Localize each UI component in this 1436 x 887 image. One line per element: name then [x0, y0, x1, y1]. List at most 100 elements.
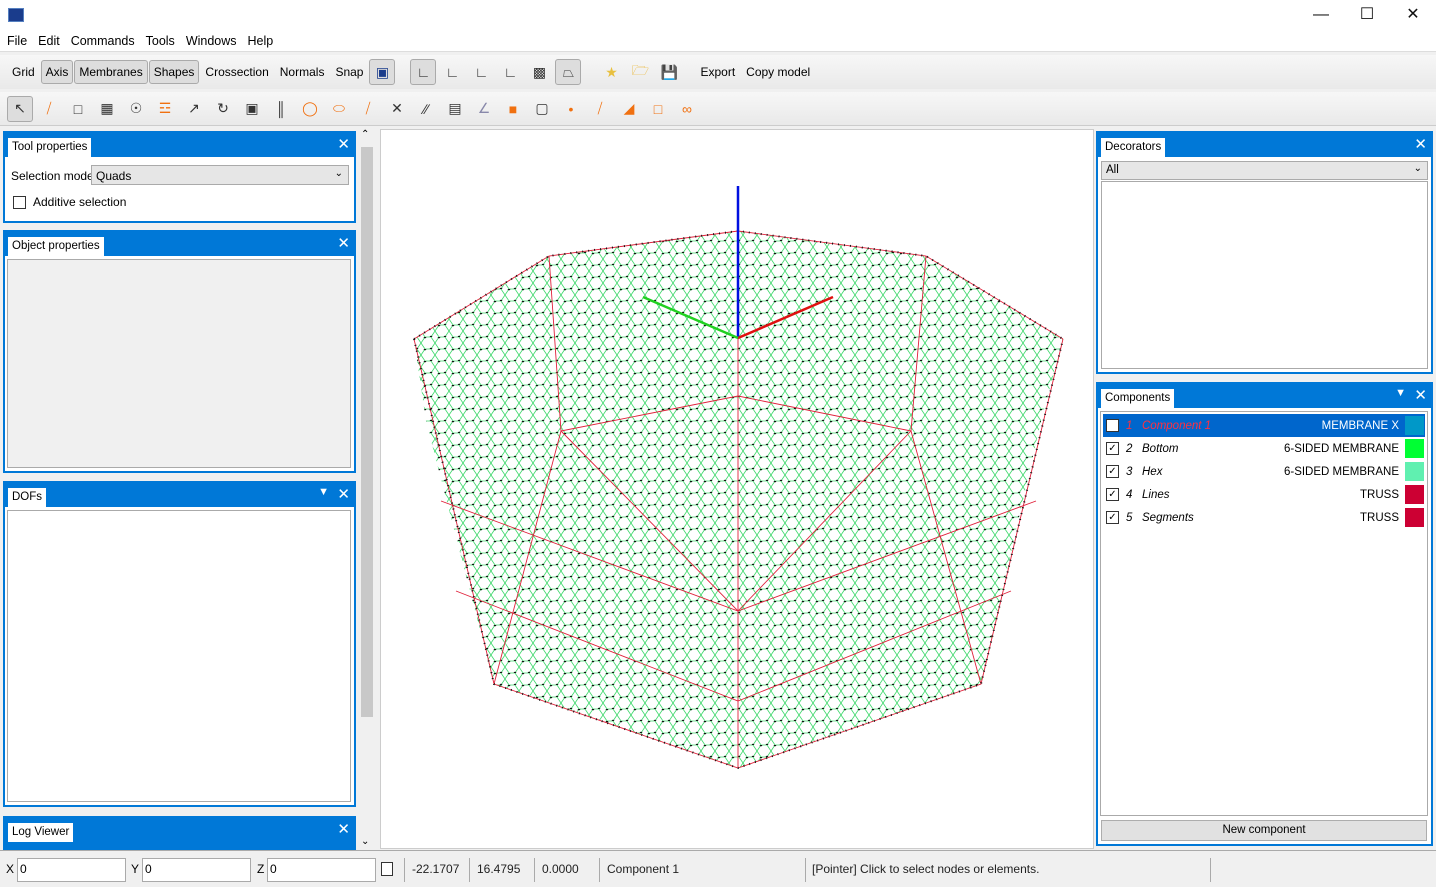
component-visible-checkbox[interactable]: ✓ — [1106, 488, 1119, 501]
component-color-swatch[interactable] — [1405, 416, 1424, 435]
open-folder-icon[interactable]: 🗁 — [627, 59, 653, 85]
measure-tool-icon[interactable]: ▤ — [442, 96, 468, 122]
add-node-icon[interactable]: • — [558, 96, 584, 122]
close-icon[interactable]: ✕ — [337, 234, 350, 252]
parallel-tool-icon[interactable]: ∕∕ — [413, 96, 439, 122]
maximize-button[interactable]: ☐ — [1344, 0, 1390, 30]
component-visible-checkbox[interactable]: ✓ — [1106, 442, 1119, 455]
minimize-button[interactable]: — — [1298, 0, 1344, 30]
component-color-swatch[interactable] — [1405, 485, 1424, 504]
dofs-panel: DOFs ▼ ✕ — [3, 481, 356, 807]
component-visible-checkbox[interactable]: ✓ — [1106, 465, 1119, 478]
perspective-icon[interactable]: ⏢ — [555, 59, 582, 85]
y-input[interactable]: 0 — [142, 858, 251, 882]
close-window-button[interactable]: ✕ — [1390, 0, 1436, 30]
component-row-3[interactable]: ✓ 3 Hex 6-SIDED MEMBRANE — [1103, 460, 1425, 483]
save-icon[interactable]: 💾 — [656, 59, 682, 85]
add-rect-icon[interactable]: □ — [645, 96, 671, 122]
tools-toolbar: ↖ ⧸ □ ▦ ☉ ☲ ↗ ↻ ▣ ║ ◯ ⬭ ⧸ ✕ ∕∕ ▤ ∠ ■ ▢ •… — [0, 92, 1436, 126]
line-tool-icon[interactable]: ⧸ — [36, 96, 62, 122]
rotate-tool-icon[interactable]: ↻ — [210, 96, 236, 122]
component-row-1[interactable]: 1 Component 1 MEMBRANE X — [1103, 414, 1425, 437]
close-icon[interactable]: ✕ — [1414, 135, 1427, 153]
fit-view-icon[interactable]: ▩ — [526, 59, 552, 85]
menu-file[interactable]: File — [3, 30, 31, 51]
dropdown-icon[interactable]: ▼ — [318, 486, 329, 498]
close-icon[interactable]: ✕ — [337, 485, 350, 503]
add-triangle-icon[interactable]: ◢ — [616, 96, 642, 122]
component-type: TRUSS — [1360, 488, 1399, 501]
x-input[interactable]: 0 — [17, 858, 126, 882]
cylinder-tool-icon[interactable]: ☲ — [152, 96, 178, 122]
selection-model-select[interactable]: Quads ⌄ — [91, 165, 349, 185]
menu-edit[interactable]: Edit — [34, 30, 64, 51]
array-tool-icon[interactable]: ║ — [268, 96, 294, 122]
snap-toggle[interactable]: Snap — [330, 60, 368, 84]
status-bar: X 0 Y 0 Z 0 -22.1707 16.4795 0.0000 Comp… — [0, 850, 1436, 887]
shapes-toggle[interactable]: Shapes — [148, 60, 200, 84]
lock-view-icon[interactable]: ▣ — [369, 59, 396, 85]
new-component-button[interactable]: New component — [1101, 820, 1427, 841]
component-row-2[interactable]: ✓ 2 Bottom 6-SIDED MEMBRANE — [1103, 437, 1425, 460]
scroll-down-icon[interactable]: ⌄ — [361, 836, 369, 847]
quad-tool-icon[interactable]: □ — [65, 96, 91, 122]
circle-tool-icon[interactable]: ☉ — [123, 96, 149, 122]
component-type: TRUSS — [1360, 511, 1399, 524]
component-visible-checkbox[interactable] — [1106, 419, 1119, 432]
close-icon[interactable]: ✕ — [1414, 386, 1427, 404]
view-zx-icon[interactable]: ∟ — [468, 59, 494, 85]
export-button[interactable]: Export — [695, 60, 740, 84]
menu-tools[interactable]: Tools — [142, 30, 179, 51]
status-message: [Pointer] Click to select nodes or eleme… — [812, 862, 1040, 876]
view-zy-icon[interactable]: ∟ — [497, 59, 523, 85]
scroll-up-icon[interactable]: ⌃ — [361, 129, 369, 140]
link-tool-icon[interactable]: ∞ — [674, 96, 700, 122]
add-line-icon[interactable]: ⧸ — [587, 96, 613, 122]
split-quad-icon[interactable]: ▢ — [529, 96, 555, 122]
normals-toggle[interactable]: Normals — [275, 60, 330, 84]
grid-toggle[interactable]: Grid — [7, 60, 40, 84]
scale-tool-icon[interactable]: ▣ — [239, 96, 265, 122]
3d-viewport[interactable] — [380, 129, 1094, 849]
component-type: 6-SIDED MEMBRANE — [1283, 465, 1399, 478]
close-icon[interactable]: ✕ — [337, 820, 350, 838]
drum-tool-icon[interactable]: ◯ — [297, 96, 323, 122]
iso-view-icon[interactable]: ∟ — [410, 59, 437, 85]
decorator-filter-select[interactable]: All ⌄ — [1101, 161, 1428, 180]
coordinate-lock-checkbox[interactable] — [381, 862, 393, 876]
chevron-down-icon: ⌄ — [334, 168, 343, 179]
menu-help[interactable]: Help — [244, 30, 278, 51]
component-visible-checkbox[interactable]: ✓ — [1106, 511, 1119, 524]
z-input[interactable]: 0 — [267, 858, 376, 882]
intersect-tool-icon[interactable]: ✕ — [384, 96, 410, 122]
membranes-toggle[interactable]: Membranes — [74, 60, 148, 84]
y-label: Y — [131, 862, 140, 876]
additive-selection-checkbox[interactable] — [13, 196, 26, 209]
component-color-swatch[interactable] — [1405, 462, 1424, 481]
decorator-list — [1101, 181, 1428, 369]
menu-windows[interactable]: Windows — [182, 30, 241, 51]
axis-toggle[interactable]: Axis — [40, 60, 74, 84]
add-quad-icon[interactable]: ■ — [500, 96, 526, 122]
crossection-toggle[interactable]: Crossection — [200, 60, 273, 84]
model-view[interactable] — [381, 130, 1095, 850]
dropdown-icon[interactable]: ▼ — [1395, 387, 1406, 399]
components-panel: Components ▼ ✕ 1 Component 1 MEMBRANE X … — [1096, 382, 1433, 846]
pointer-icon[interactable]: ↖ — [7, 95, 33, 122]
segment-tool-icon[interactable]: ⧸ — [355, 96, 381, 122]
angle-tool-icon[interactable]: ∠ — [471, 96, 497, 122]
new-file-icon[interactable]: ★ — [598, 59, 624, 85]
copy-model-button[interactable]: Copy model — [741, 60, 815, 84]
scroll-thumb[interactable] — [361, 147, 373, 717]
component-row-5[interactable]: ✓ 5 Segments TRUSS — [1103, 506, 1425, 529]
component-color-swatch[interactable] — [1405, 439, 1424, 458]
close-icon[interactable]: ✕ — [337, 135, 350, 153]
left-scrollbar[interactable]: ⌃ ⌄ — [358, 129, 376, 849]
component-row-4[interactable]: ✓ 4 Lines TRUSS — [1103, 483, 1425, 506]
menu-commands[interactable]: Commands — [67, 30, 139, 51]
move-tool-icon[interactable]: ↗ — [181, 96, 207, 122]
view-yx-icon[interactable]: ∟ — [439, 59, 465, 85]
grid-quad-tool-icon[interactable]: ▦ — [94, 96, 120, 122]
component-color-swatch[interactable] — [1405, 508, 1424, 527]
revolve-tool-icon[interactable]: ⬭ — [326, 96, 352, 122]
